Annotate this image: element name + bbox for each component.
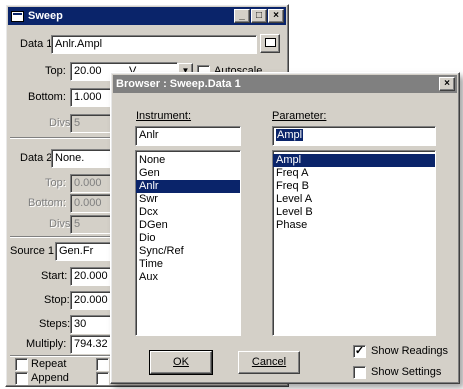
show-settings-checkbox[interactable] bbox=[353, 366, 366, 379]
ok-button[interactable]: OK bbox=[149, 350, 213, 375]
ok-button-label: OK bbox=[173, 356, 189, 368]
parameter-list-item[interactable]: Freq B bbox=[273, 180, 435, 193]
data1-browse-button[interactable] bbox=[260, 34, 280, 53]
append-extra-checkbox[interactable] bbox=[96, 372, 109, 385]
multiply-label: Multiply: bbox=[26, 338, 67, 350]
repeat-checkbox[interactable] bbox=[15, 358, 28, 371]
show-settings-label: Show Settings bbox=[371, 366, 442, 378]
parameter-list-item[interactable]: Ampl bbox=[273, 154, 435, 167]
source1-field[interactable]: Gen.Fr bbox=[55, 242, 115, 261]
bottom2-label: Bottom: bbox=[28, 197, 66, 209]
start-label: Start: bbox=[41, 270, 68, 282]
show-readings-check-icon: ✓ bbox=[354, 345, 365, 357]
instrument-field[interactable]: Anlr bbox=[135, 126, 241, 146]
instrument-list-item[interactable]: None bbox=[136, 154, 240, 167]
parameter-label: Parameter: bbox=[272, 110, 326, 122]
top-value: 20.00 bbox=[74, 65, 102, 77]
top2-label: Top: bbox=[45, 177, 66, 189]
instrument-list-item[interactable]: Gen bbox=[136, 167, 240, 180]
source1-label: Source 1: bbox=[10, 245, 58, 257]
top-label: Top: bbox=[45, 65, 66, 77]
append-checkbox[interactable] bbox=[15, 372, 28, 385]
data2-field[interactable]: None. bbox=[51, 149, 111, 168]
parameter-list[interactable]: Ampl Freq A Freq B Level A Level B Phase bbox=[272, 150, 436, 336]
instrument-list-item[interactable]: Swr bbox=[136, 193, 240, 206]
browser-dialog: Browser : Sweep.Data 1 × Instrument: Anl… bbox=[110, 72, 460, 384]
instrument-list-item[interactable]: Aux bbox=[136, 271, 240, 284]
instrument-list-item[interactable]: Dio bbox=[136, 232, 240, 245]
instrument-list-item[interactable]: Sync/Ref bbox=[136, 245, 240, 258]
parameter-value: Ampl bbox=[276, 129, 304, 141]
cancel-button-label: Cancel bbox=[251, 356, 287, 368]
show-readings-label: Show Readings bbox=[371, 345, 449, 357]
separator-2 bbox=[10, 236, 110, 238]
repeat-extra-checkbox[interactable] bbox=[96, 358, 109, 371]
bottom-label: Bottom: bbox=[28, 91, 66, 103]
minimize-button[interactable]: _ bbox=[234, 9, 250, 23]
parameter-label-text: Parameter: bbox=[272, 110, 327, 122]
parameter-field[interactable]: Ampl bbox=[272, 126, 436, 146]
separator-1 bbox=[10, 137, 110, 139]
instrument-list-item[interactable]: Time bbox=[136, 258, 240, 271]
data1-field[interactable]: Anlr.Ampl bbox=[51, 35, 257, 54]
cancel-button[interactable]: Cancel bbox=[238, 351, 300, 374]
separator-3 bbox=[10, 355, 110, 357]
browse-icon bbox=[264, 38, 276, 47]
parameter-list-item[interactable]: Phase bbox=[273, 219, 435, 232]
browser-titlebar[interactable]: Browser : Sweep.Data 1 × bbox=[113, 75, 457, 93]
sweep-title: Sweep bbox=[28, 10, 63, 22]
instrument-label-text: Instrument: bbox=[136, 110, 192, 122]
show-readings-checkbox[interactable]: ✓ bbox=[353, 345, 366, 358]
sweep-window-icon bbox=[11, 10, 24, 22]
stop-label: Stop: bbox=[44, 294, 70, 306]
append-label: Append bbox=[31, 372, 69, 384]
instrument-list-item[interactable]: Dcx bbox=[136, 206, 240, 219]
instrument-label: Instrument: bbox=[136, 110, 191, 122]
browser-close-button[interactable]: × bbox=[439, 77, 455, 91]
parameter-list-item[interactable]: Freq A bbox=[273, 167, 435, 180]
close-button[interactable]: × bbox=[268, 9, 284, 23]
instrument-list[interactable]: None Gen Anlr Swr Dcx DGen Dio Sync/Ref Time Aux bbox=[135, 150, 241, 336]
browser-title: Browser : Sweep.Data 1 bbox=[116, 78, 241, 90]
sweep-titlebar[interactable]: Sweep _ □ × bbox=[8, 7, 286, 25]
parameter-list-item[interactable]: Level A bbox=[273, 193, 435, 206]
repeat-label: Repeat bbox=[31, 358, 67, 370]
instrument-list-item[interactable]: Anlr bbox=[136, 180, 240, 193]
instrument-list-item[interactable]: DGen bbox=[136, 219, 240, 232]
steps-label: Steps: bbox=[39, 318, 71, 330]
maximize-button[interactable]: □ bbox=[251, 9, 267, 23]
parameter-list-item[interactable]: Level B bbox=[273, 206, 435, 219]
